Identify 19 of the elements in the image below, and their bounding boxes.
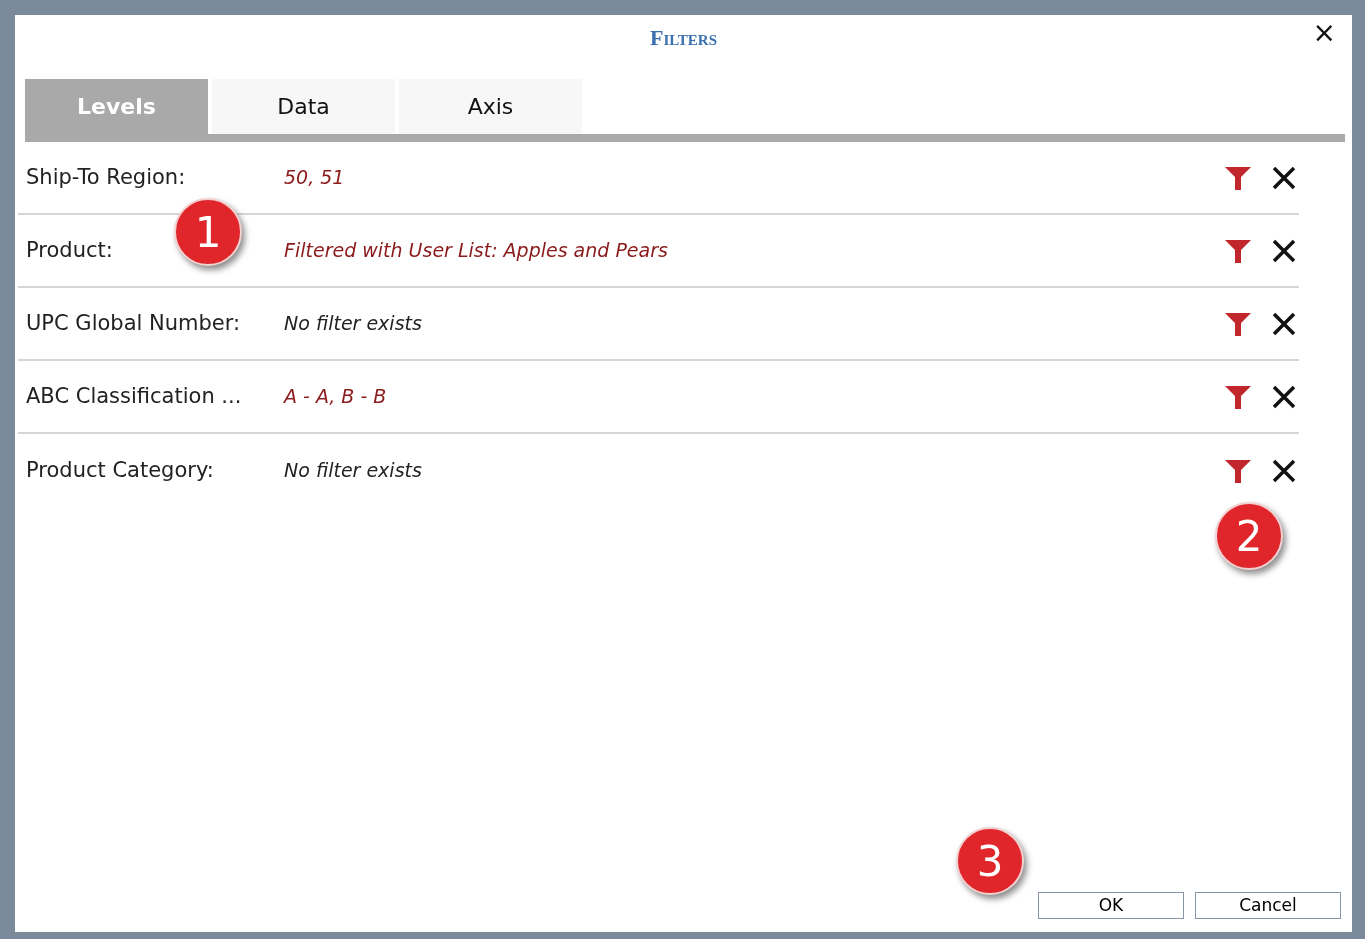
cancel-button[interactable]: Cancel: [1195, 892, 1341, 919]
callout-marker: 1: [174, 198, 242, 266]
close-button[interactable]: ×: [1308, 19, 1340, 47]
filter-label: Product:: [26, 236, 114, 264]
filter-label: Ship-To Region:: [26, 163, 187, 191]
filter-value: A - A, B - B: [284, 384, 388, 410]
filter-label: ABC Classification ...: [26, 382, 243, 410]
tab[interactable]: Axis: [399, 79, 582, 134]
filter-label: Product Category:: [26, 456, 215, 484]
dialog-title: Filters: [649, 24, 718, 52]
callout-marker: 2: [1215, 502, 1283, 570]
filter-value: 50, 51: [284, 165, 346, 191]
filter-value: No filter exists: [284, 311, 423, 337]
callout-marker: 3: [956, 827, 1024, 895]
filter-value: Filtered with User List: Apples and Pears: [284, 238, 669, 264]
ok-button[interactable]: OK: [1038, 892, 1184, 919]
filter-label: UPC Global Number:: [26, 309, 242, 337]
filter-value: No filter exists: [284, 458, 423, 484]
tab[interactable]: Data: [212, 79, 395, 134]
